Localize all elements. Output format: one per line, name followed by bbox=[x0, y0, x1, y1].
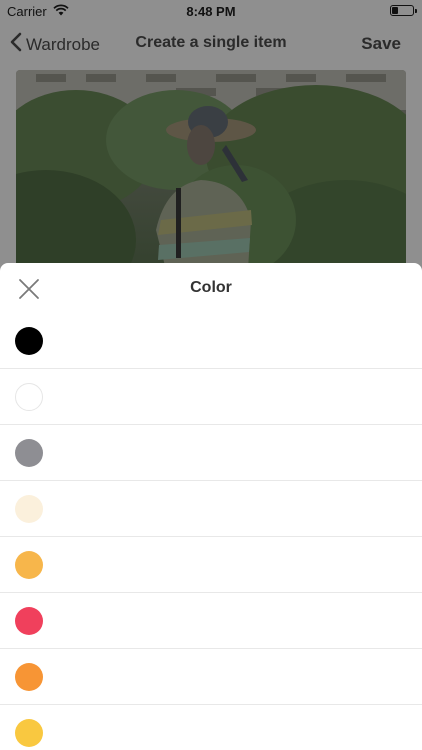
color-swatch bbox=[15, 607, 43, 635]
page-title: Create a single item bbox=[135, 34, 287, 51]
color-swatch bbox=[15, 551, 43, 579]
color-option-yellow[interactable] bbox=[0, 705, 422, 750]
color-option-orange[interactable] bbox=[0, 649, 422, 705]
color-option-cream[interactable] bbox=[0, 481, 422, 537]
nav-bar: Wardrobe Create a single item Save bbox=[0, 22, 422, 66]
color-swatch bbox=[15, 663, 43, 691]
color-swatch bbox=[15, 383, 43, 411]
color-option-white[interactable] bbox=[0, 369, 422, 425]
color-swatch bbox=[15, 327, 43, 355]
save-button[interactable]: Save bbox=[361, 34, 401, 54]
color-option-light-orange[interactable] bbox=[0, 537, 422, 593]
screen: Carrier 8:48 PM Wardrobe Create a single… bbox=[0, 0, 422, 750]
sheet-title: Color bbox=[190, 279, 232, 296]
color-swatch bbox=[15, 719, 43, 747]
battery-icon bbox=[390, 5, 417, 16]
status-time: 8:48 PM bbox=[186, 4, 236, 19]
color-option-black[interactable] bbox=[0, 313, 422, 369]
color-swatch bbox=[15, 439, 43, 467]
status-bar: Carrier 8:48 PM bbox=[0, 0, 422, 22]
color-list bbox=[0, 313, 422, 750]
color-picker-sheet: Color bbox=[0, 263, 422, 750]
sheet-header: Color bbox=[0, 263, 422, 313]
color-swatch bbox=[15, 495, 43, 523]
item-photo bbox=[16, 70, 406, 270]
color-option-gray[interactable] bbox=[0, 425, 422, 481]
color-option-red[interactable] bbox=[0, 593, 422, 649]
